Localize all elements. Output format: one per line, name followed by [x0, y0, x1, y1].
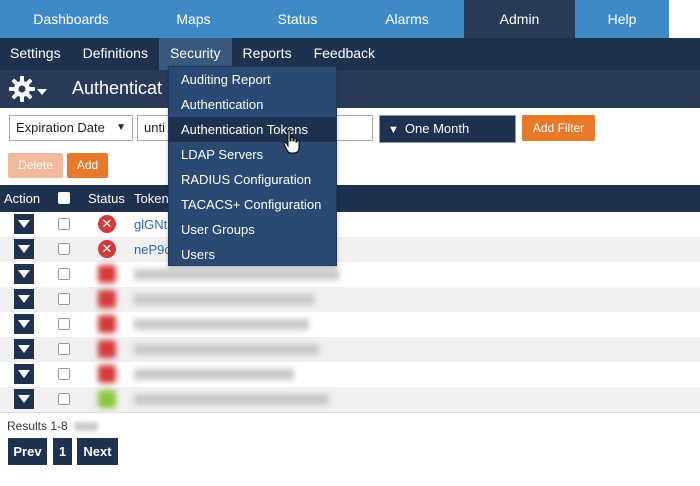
row-checkbox[interactable] [58, 368, 70, 380]
col-status[interactable]: Status [88, 191, 125, 206]
token-link[interactable]: glGNt [134, 217, 167, 232]
token-redacted [134, 369, 294, 380]
filter-operator-value: unti [144, 120, 165, 135]
page-number-button[interactable]: 1 [53, 438, 72, 465]
next-page-button[interactable]: Next [77, 438, 118, 465]
results-count: Results 1-8 [7, 419, 98, 433]
x-circle-icon [98, 365, 116, 383]
nav-alarms[interactable]: Alarms [350, 0, 464, 38]
row-checkbox[interactable] [58, 318, 70, 330]
row-action-button[interactable] [14, 389, 34, 409]
row-action-button[interactable] [14, 364, 34, 384]
row-action-button[interactable] [14, 239, 34, 259]
results-label: Results 1-8 [7, 419, 68, 433]
nav-spacer [669, 0, 700, 38]
table-row [0, 387, 700, 412]
table-row: ✕ glGNt [0, 212, 700, 237]
menu-item-user-groups[interactable]: User Groups [169, 217, 336, 242]
table-row [0, 312, 700, 337]
table-header: Action Status Token [0, 185, 700, 212]
filter-range-select[interactable]: ▼ One Month [379, 115, 516, 143]
chevron-down-icon: ▼ [116, 122, 126, 133]
table-row [0, 287, 700, 312]
token-redacted [134, 269, 339, 280]
row-checkbox[interactable] [58, 268, 70, 280]
prev-page-button[interactable]: Prev [8, 438, 47, 465]
x-circle-icon [98, 340, 116, 358]
x-circle-icon [98, 265, 116, 283]
chevron-down-icon: ▼ [388, 124, 399, 136]
delete-button[interactable]: Delete [8, 153, 63, 178]
token-redacted [134, 319, 309, 330]
add-filter-button[interactable]: Add Filter [522, 115, 595, 141]
row-checkbox[interactable] [58, 293, 70, 305]
x-circle-icon: ✕ [98, 240, 116, 258]
token-link[interactable]: neP9c [134, 242, 171, 257]
x-circle-icon: ✕ [98, 215, 116, 233]
row-action-button[interactable] [14, 214, 34, 234]
subnav-settings[interactable]: Settings [0, 38, 72, 70]
gear-icon[interactable] [8, 75, 36, 103]
table-row [0, 337, 700, 362]
menu-item-ldap-servers[interactable]: LDAP Servers [169, 142, 336, 167]
token-redacted [134, 294, 314, 305]
row-action-button[interactable] [14, 264, 34, 284]
nav-dashboards[interactable]: Dashboards [0, 0, 142, 38]
nav-status[interactable]: Status [245, 0, 350, 38]
top-nav: Dashboards Maps Status Alarms Admin Help [0, 0, 700, 38]
table-bottom-divider [0, 412, 700, 413]
menu-item-users[interactable]: Users [169, 242, 336, 267]
results-redacted [73, 422, 98, 432]
row-checkbox[interactable] [58, 343, 70, 355]
menu-item-authentication-tokens[interactable]: Authentication Tokens [169, 117, 336, 142]
x-circle-icon [98, 315, 116, 333]
filter-field-value: Expiration Date [16, 120, 105, 135]
table-row: ✕ neP9c [0, 237, 700, 262]
subnav-definitions[interactable]: Definitions [72, 38, 159, 70]
security-dropdown-menu: Auditing Report Authentication Authentic… [168, 66, 337, 266]
row-action-button[interactable] [14, 339, 34, 359]
check-circle-icon [98, 390, 116, 408]
col-token[interactable]: Token [134, 191, 169, 206]
token-redacted [134, 394, 329, 405]
page-title: Authenticat [72, 78, 163, 98]
select-all-checkbox[interactable] [58, 192, 70, 204]
add-button[interactable]: Add [67, 153, 108, 178]
row-checkbox[interactable] [58, 243, 70, 255]
row-action-button[interactable] [14, 314, 34, 334]
token-redacted [134, 344, 319, 355]
page-header: Authenticat [0, 70, 700, 108]
nav-maps[interactable]: Maps [142, 0, 245, 38]
table-row [0, 262, 700, 287]
row-action-button[interactable] [14, 289, 34, 309]
sub-nav: Settings Definitions Security Reports Fe… [0, 38, 700, 70]
x-circle-icon [98, 290, 116, 308]
filter-field-select[interactable]: Expiration Date ▼ [9, 115, 133, 141]
hand-pointer-icon [283, 129, 300, 154]
menu-item-tacacs-configuration[interactable]: TACACS+ Configuration [169, 192, 336, 217]
nav-help[interactable]: Help [575, 0, 669, 38]
nav-admin[interactable]: Admin [464, 0, 575, 38]
col-action: Action [4, 191, 41, 206]
menu-item-authentication[interactable]: Authentication [169, 92, 336, 117]
row-checkbox[interactable] [58, 218, 70, 230]
filter-range-value: One Month [404, 121, 470, 136]
chevron-down-icon[interactable] [37, 89, 47, 95]
menu-item-radius-configuration[interactable]: RADIUS Configuration [169, 167, 336, 192]
table-row [0, 362, 700, 387]
row-checkbox[interactable] [58, 393, 70, 405]
menu-item-auditing-report[interactable]: Auditing Report [169, 67, 336, 92]
